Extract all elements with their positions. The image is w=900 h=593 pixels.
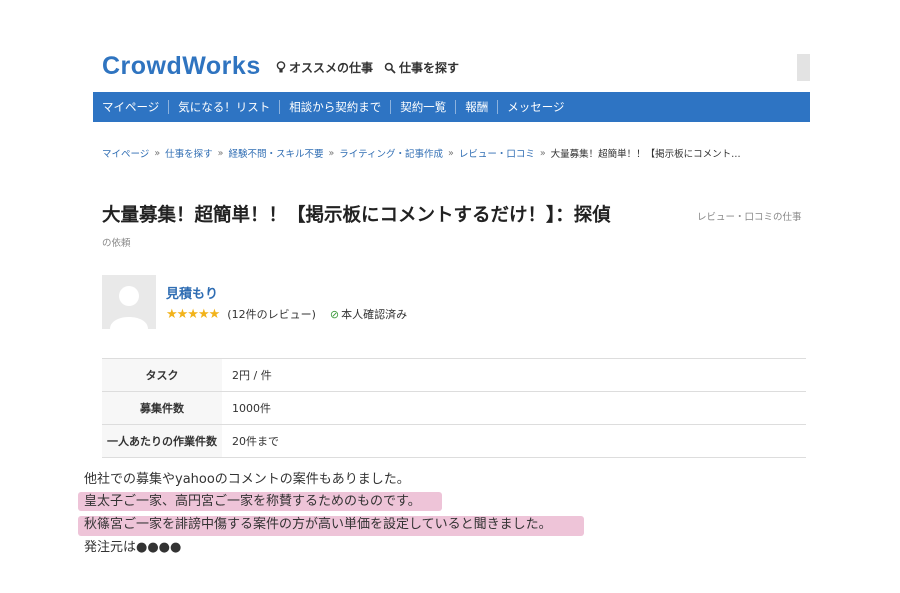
breadcrumb: マイページ » 仕事を探す » 経験不問・スキル不要 » ライティング・記事作成… [102,146,741,161]
breadcrumb-item-find-jobs[interactable]: 仕事を探す [165,146,213,160]
review-count-link[interactable]: (12件のレビュー) [227,306,316,322]
job-category-label-cont: の依頼 [102,238,131,249]
nav-item-favorites[interactable]: 気になる！リスト [169,100,281,114]
breadcrumb-separator: » [217,147,224,159]
breadcrumb-current: 大量募集！超簡単！！【掲示板にコメント… [550,149,741,160]
table-row: 募集件数 1000件 [102,391,806,425]
table-row: 一人あたりの作業件数 20件まで [102,424,806,458]
detail-label-per-person: 一人あたりの作業件数 [102,424,222,458]
job-details-table: タスク 2円 / 件 募集件数 1000件 一人あたりの作業件数 20件まで [102,358,806,458]
search-icon [384,62,396,74]
client-avatar[interactable] [102,275,156,329]
detail-value-task: 2円 / 件 [232,369,272,382]
breadcrumb-separator: » [539,147,546,159]
nav-item-mypage[interactable]: マイページ [93,100,170,114]
nav-item-rewards[interactable]: 報酬 [456,100,499,114]
nav-item-messages[interactable]: メッセージ [498,100,573,114]
comment-line: 発注元は●●●● [84,540,182,555]
job-category-label: レビュー・口コミの仕事 [697,212,802,223]
check-circle-icon: ⊘ [329,307,340,321]
breadcrumb-separator: » [154,147,161,159]
comment-line: 他社での募集やyahooのコメントの案件もありました。 [84,472,410,487]
verified-badge: ⊘ 本人確認済み [330,306,407,322]
nav-item-consult-to-contract[interactable]: 相談から契約まで [280,100,392,114]
comment-line-highlighted: 皇太子ご一家、高円宮ご一家を称賛するためのものです。 [84,494,421,509]
main-nav: マイページ 気になる！リスト 相談から契約まで 契約一覧 報酬 メッセージ [93,92,810,122]
star-rating-icon: ★★★★★ [166,306,220,322]
breadcrumb-separator: » [448,147,454,159]
crowdworks-logo[interactable]: CrowdWorks [102,52,261,81]
detail-label-task: タスク [102,358,222,392]
detail-label-openings: 募集件数 [102,391,222,425]
breadcrumb-item-reviews[interactable]: レビュー・口コミ [459,146,535,160]
default-avatar-icon [110,286,148,329]
comment-line-highlighted: 秋篠宮ご一家を誹謗中傷する案件の方が高い単価を設定していると聞きました。 [84,517,552,532]
detail-value-per-person: 20件まで [232,435,279,448]
breadcrumb-item-mypage[interactable]: マイページ [102,146,149,160]
search-jobs-link[interactable]: 仕事を探す [384,59,459,76]
search-jobs-label: 仕事を探す [399,61,460,75]
client-name-link[interactable]: 見積もり [166,283,218,302]
page-title: 大量募集！超簡単！！【掲示板にコメントするだけ！】：探偵 [102,205,611,226]
lightbulb-icon [276,61,286,74]
verified-label: 本人確認済み [341,308,408,321]
user-avatar[interactable] [797,54,810,81]
breadcrumb-separator: » [328,147,335,159]
client-rating: ★★★★★ (12件のレビュー) ⊘ 本人確認済み [166,306,407,322]
recommended-jobs-link[interactable]: オススメの仕事 [276,59,373,76]
nav-item-contracts[interactable]: 契約一覧 [391,100,457,114]
recommended-jobs-label: オススメの仕事 [289,61,374,75]
detail-value-openings: 1000件 [232,402,271,415]
breadcrumb-item-no-experience[interactable]: 経験不問・スキル不要 [228,146,323,160]
table-row: タスク 2円 / 件 [102,358,806,392]
breadcrumb-item-writing[interactable]: ライティング・記事作成 [339,146,443,160]
